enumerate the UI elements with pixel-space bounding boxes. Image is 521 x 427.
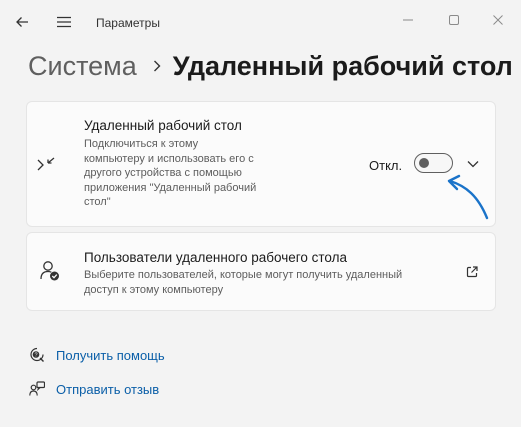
users-title: Пользователи удаленного рабочего стола	[84, 250, 348, 265]
breadcrumb-parent[interactable]: Система	[28, 51, 137, 82]
feedback-icon	[28, 380, 46, 398]
remote-desktop-toggle[interactable]	[414, 153, 453, 173]
toggle-knob	[419, 158, 429, 168]
users-description: Выберите пользователей, которые могут по…	[84, 269, 403, 296]
hamburger-icon	[57, 16, 71, 28]
minimize-button[interactable]	[390, 8, 426, 32]
page-title: Удаленный рабочий стол	[172, 50, 513, 81]
navigation-menu-button[interactable]	[48, 6, 80, 38]
minimize-icon	[403, 19, 413, 21]
remote-desktop-card: Удаленный рабочий стол Подключиться к эт…	[26, 101, 496, 227]
svg-text:?: ?	[34, 352, 37, 358]
remote-desktop-users-card[interactable]: Пользователи удаленного рабочего стола В…	[26, 232, 496, 311]
users-icon	[39, 260, 61, 282]
toggle-state-label: Откл.	[369, 158, 403, 173]
arrow-left-icon	[16, 17, 28, 27]
breadcrumb: Система Удаленный рабочий стол	[28, 46, 513, 86]
remote-desktop-title: Удаленный рабочий стол	[84, 118, 242, 133]
maximize-icon	[449, 15, 459, 25]
remote-desktop-description: Подключиться к этому компьютеру и исполь…	[84, 138, 257, 209]
app-title: Параметры	[96, 16, 160, 30]
chevron-down-icon	[467, 161, 479, 168]
send-feedback-link[interactable]: Отправить отзыв	[56, 382, 159, 397]
back-button[interactable]	[6, 6, 38, 38]
get-help-link-row[interactable]: ? Получить помощь	[28, 346, 165, 364]
get-help-link[interactable]: Получить помощь	[56, 348, 165, 363]
external-link-icon[interactable]	[465, 265, 479, 279]
send-feedback-link-row[interactable]: Отправить отзыв	[28, 380, 159, 398]
chevron-right-icon	[153, 60, 161, 72]
help-icon: ?	[28, 346, 46, 364]
close-icon	[493, 15, 503, 25]
remote-desktop-icon	[37, 156, 57, 174]
maximize-button[interactable]	[436, 8, 472, 32]
title-bar: Параметры	[0, 0, 521, 44]
expand-button[interactable]	[463, 154, 483, 174]
close-button[interactable]	[480, 8, 516, 32]
